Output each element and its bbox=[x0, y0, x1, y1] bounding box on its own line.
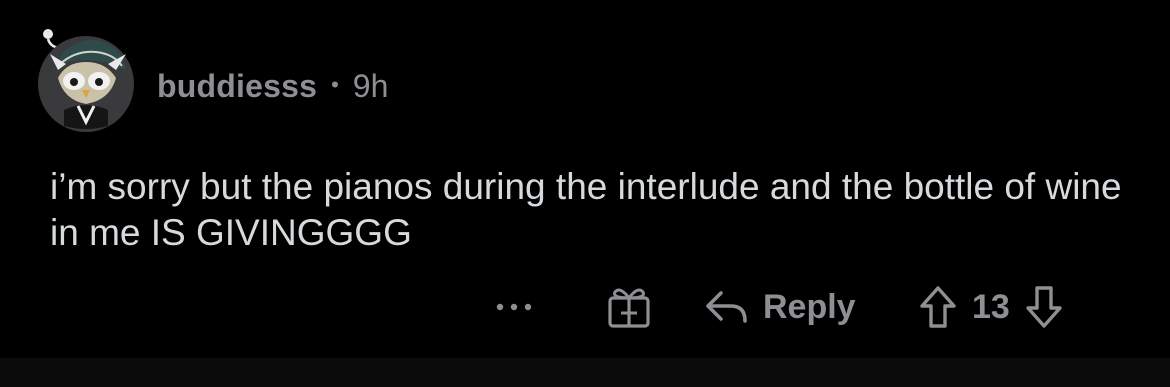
downvote-arrow-icon[interactable] bbox=[1024, 284, 1064, 330]
comment-body: i’m sorry but the pianos during the inte… bbox=[50, 166, 1122, 253]
vote-controls: 13 bbox=[918, 282, 1064, 332]
user-avatar[interactable] bbox=[36, 26, 136, 132]
reply-label: Reply bbox=[763, 287, 856, 326]
comment-age: 9h bbox=[352, 67, 389, 104]
comment-meta: buddiesss • 9h bbox=[157, 66, 388, 106]
upvote-arrow-icon[interactable] bbox=[918, 284, 958, 330]
gift-award-icon bbox=[608, 288, 650, 328]
meta-separator: • bbox=[331, 72, 339, 97]
more-options-button[interactable] bbox=[487, 287, 541, 327]
reply-button[interactable]: Reply bbox=[703, 282, 856, 332]
comment-card: buddiesss • 9h i’m sorry but the pianos … bbox=[0, 0, 1170, 358]
vote-count: 13 bbox=[972, 287, 1010, 326]
avatar-image bbox=[38, 29, 134, 132]
award-button[interactable] bbox=[604, 282, 654, 332]
more-horizontal-icon bbox=[496, 303, 532, 311]
reply-arrow-icon bbox=[706, 291, 747, 323]
username-link[interactable]: buddiesss bbox=[157, 68, 317, 105]
comment-divider bbox=[0, 358, 1170, 387]
